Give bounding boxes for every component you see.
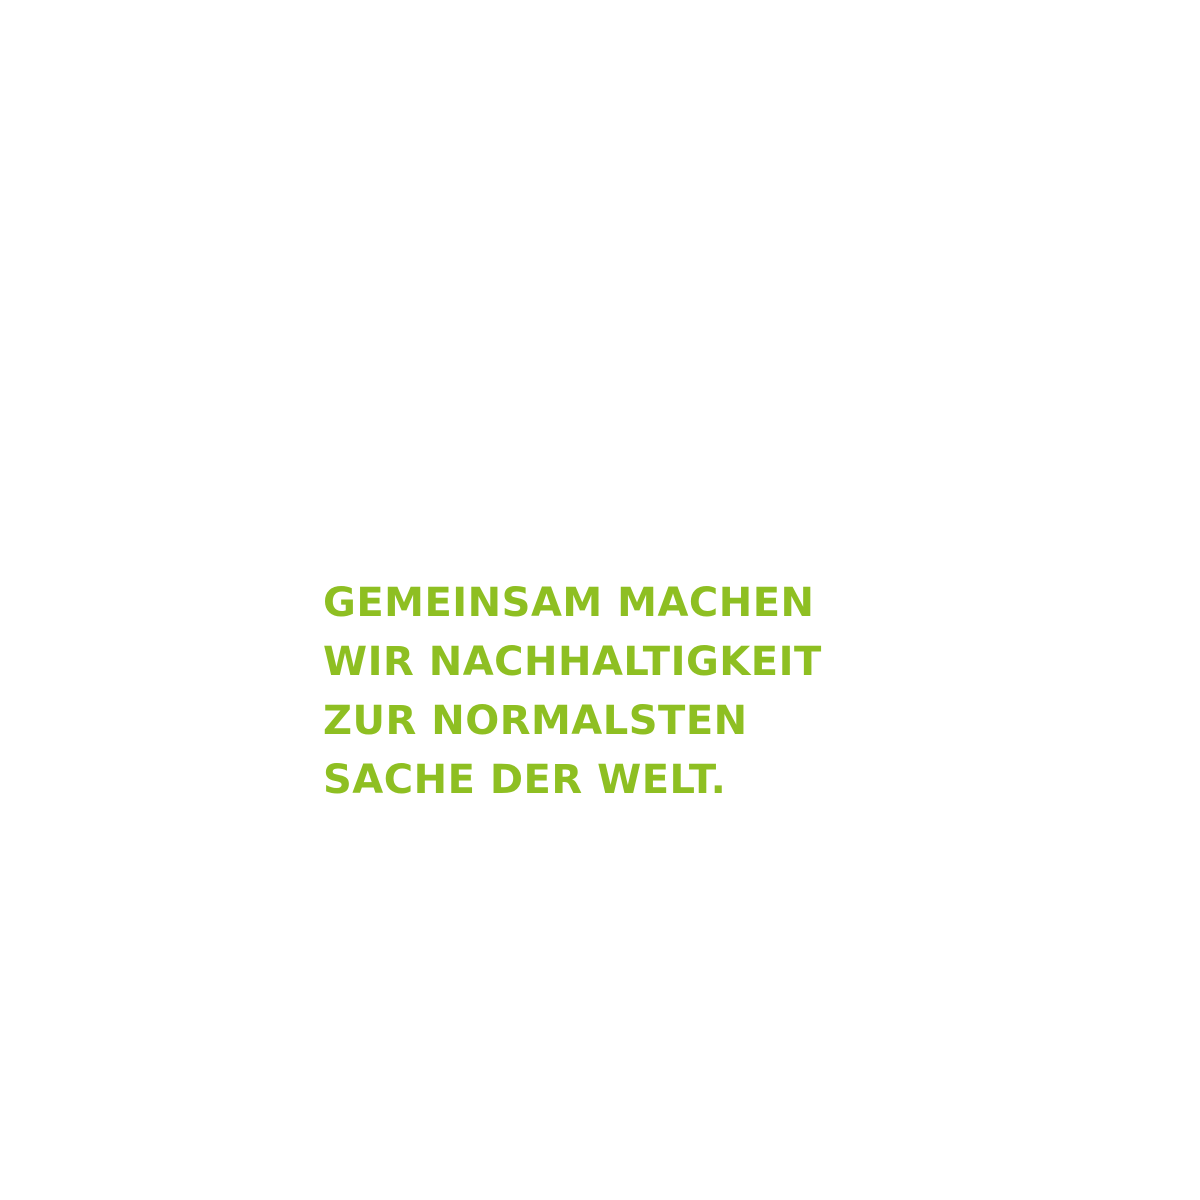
slogan-line-2: WIR NACHHALTIGKEIT bbox=[323, 639, 822, 685]
slogan-line-4: SACHE DER WELT. bbox=[323, 757, 727, 803]
page-canvas: GEMEINSAM MACHEN WIR NACHHALTIGKEIT ZUR … bbox=[0, 0, 1200, 1200]
slogan-line-1: GEMEINSAM MACHEN bbox=[323, 580, 815, 626]
slogan-text: GEMEINSAM MACHEN WIR NACHHALTIGKEIT ZUR … bbox=[323, 574, 822, 810]
slogan-line-3: ZUR NORMALSTEN bbox=[323, 698, 748, 744]
